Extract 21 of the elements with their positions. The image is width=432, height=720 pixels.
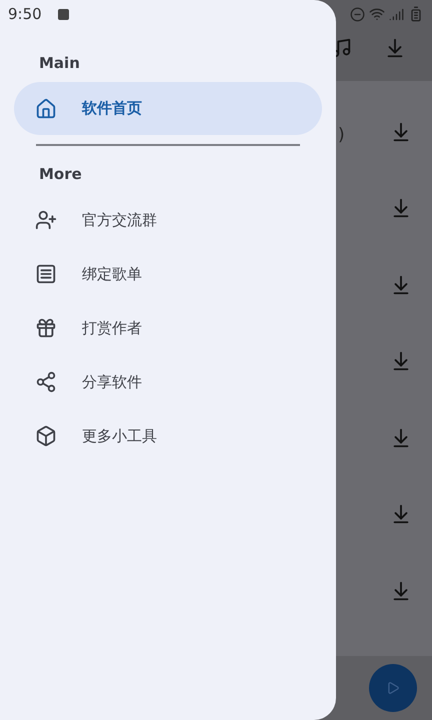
do-not-disturb-icon	[350, 6, 365, 22]
share-icon	[35, 371, 57, 393]
status-time: 9:50	[8, 5, 42, 23]
drawer-item[interactable]: 软件首页	[14, 82, 322, 135]
drawer-item[interactable]: 绑定歌单	[14, 247, 322, 301]
cube-icon	[35, 425, 57, 447]
section-title: More	[38, 164, 83, 185]
drawer-item[interactable]: 分享软件	[14, 355, 322, 409]
play-button[interactable]	[369, 664, 417, 712]
home-icon	[35, 98, 57, 120]
song-title: )	[338, 124, 345, 145]
drawer-item[interactable]: 更多小工具	[14, 409, 322, 463]
drawer-item[interactable]: 官方交流群	[14, 193, 322, 247]
play-icon	[386, 681, 400, 695]
gift-icon	[35, 317, 57, 339]
wifi-icon	[369, 6, 385, 22]
person-add-icon	[35, 209, 57, 231]
section-title: Main	[38, 53, 81, 74]
drawer-item[interactable]: 打赏作者	[14, 301, 322, 355]
signal-icon	[389, 6, 404, 22]
list-icon	[35, 263, 57, 285]
